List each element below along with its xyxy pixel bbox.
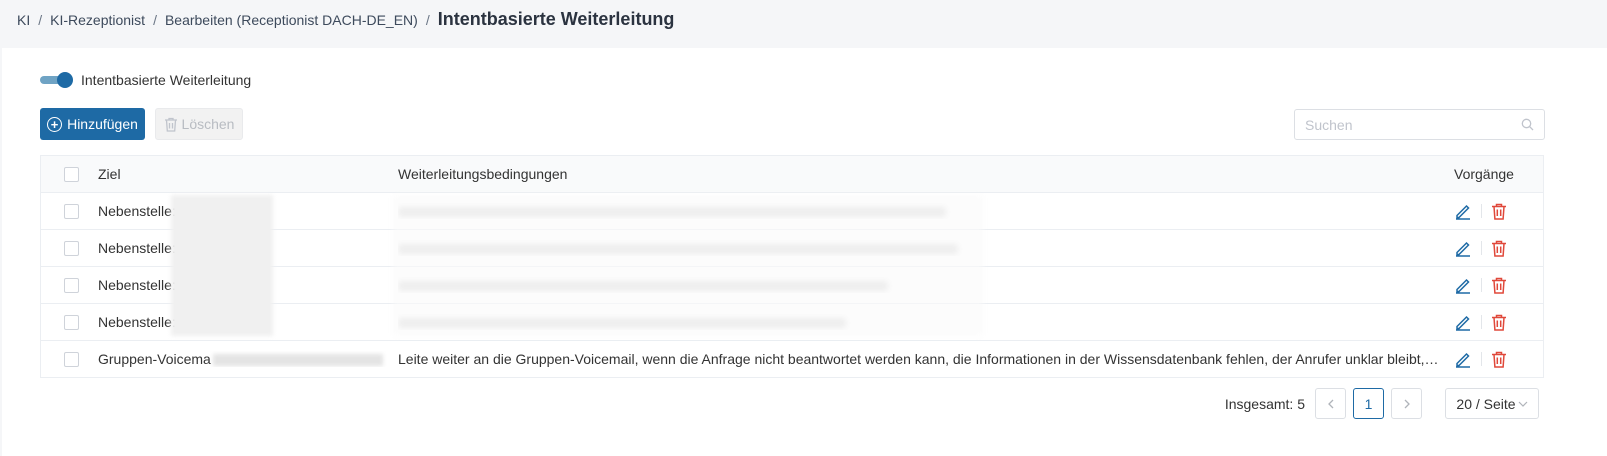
breadcrumb: KI / KI-Rezeptionist / Bearbeiten (Recep… bbox=[17, 9, 674, 31]
breadcrumb-separator: / bbox=[153, 12, 157, 28]
trash-icon bbox=[1492, 203, 1506, 220]
trash-icon bbox=[1492, 351, 1506, 368]
target-text: Nebenstelle: bbox=[98, 277, 176, 293]
actions-divider bbox=[1481, 278, 1482, 292]
actions-divider bbox=[1481, 315, 1482, 329]
switch-knob bbox=[57, 72, 73, 88]
table-row: Gruppen-Voicema Leite weiter an die Grup… bbox=[41, 341, 1543, 378]
intent-routing-switch[interactable] bbox=[40, 72, 73, 88]
row-actions bbox=[1450, 276, 1543, 294]
row-checkbox[interactable] bbox=[64, 314, 79, 330]
pencil-icon bbox=[1456, 352, 1470, 368]
plus-circle-icon: + bbox=[47, 116, 63, 132]
row-actions bbox=[1450, 313, 1543, 331]
add-button-label: Hinzufügen bbox=[67, 116, 138, 132]
row-checkbox[interactable] bbox=[64, 203, 79, 219]
redaction-overlay bbox=[171, 195, 273, 336]
column-header-conditions: Weiterleitungsbedingungen bbox=[398, 166, 568, 182]
row-checkbox[interactable] bbox=[64, 351, 79, 367]
delete-button-label: Löschen bbox=[181, 116, 235, 132]
delete-row-button[interactable] bbox=[1491, 351, 1507, 368]
next-page-button[interactable] bbox=[1391, 388, 1422, 419]
edit-button[interactable] bbox=[1454, 313, 1472, 331]
chevron-left-icon bbox=[1327, 399, 1333, 408]
row-checkbox[interactable] bbox=[64, 240, 79, 256]
chevron-right-icon bbox=[1404, 399, 1410, 408]
target-text: Gruppen-Voicema bbox=[98, 351, 211, 367]
delete-row-button[interactable] bbox=[1491, 277, 1507, 294]
pagination: Insgesamt: 5 1 20 / Seite bbox=[1225, 388, 1539, 419]
edit-button[interactable] bbox=[1454, 202, 1472, 220]
search-box bbox=[1294, 109, 1545, 140]
pencil-icon bbox=[1456, 204, 1470, 220]
breadcrumb-separator: / bbox=[425, 12, 430, 28]
select-all-checkbox[interactable] bbox=[64, 166, 79, 182]
target-text: Nebenstelle: bbox=[98, 314, 176, 330]
breadcrumb-bearbeiten[interactable]: Bearbeiten (Receptionist DACH-DE_EN) bbox=[165, 12, 418, 28]
redacted-text bbox=[212, 354, 383, 367]
actions-divider bbox=[1481, 352, 1482, 366]
redaction-overlay bbox=[393, 195, 983, 336]
row-target: Gruppen-Voicema bbox=[98, 351, 398, 367]
pencil-icon bbox=[1456, 241, 1470, 257]
pencil-icon bbox=[1456, 315, 1470, 331]
trash-icon bbox=[1492, 314, 1506, 331]
chevron-down-icon bbox=[1518, 401, 1528, 407]
delete-row-button[interactable] bbox=[1491, 314, 1507, 331]
search-input[interactable] bbox=[1305, 116, 1521, 133]
actions-divider bbox=[1481, 204, 1482, 218]
search-icon[interactable] bbox=[1521, 118, 1534, 131]
breadcrumb-ki-rezeptionist[interactable]: KI-Rezeptionist bbox=[50, 12, 145, 28]
prev-page-button[interactable] bbox=[1315, 388, 1346, 419]
edit-button[interactable] bbox=[1454, 276, 1472, 294]
row-actions bbox=[1450, 239, 1543, 257]
trash-icon bbox=[1492, 240, 1506, 257]
page-number-button[interactable]: 1 bbox=[1353, 388, 1384, 419]
breadcrumb-ki[interactable]: KI bbox=[17, 12, 30, 28]
target-text: Nebenstelle: bbox=[98, 240, 176, 256]
row-actions bbox=[1450, 202, 1543, 220]
delete-button[interactable]: Löschen bbox=[155, 108, 243, 140]
trash-icon bbox=[164, 117, 177, 132]
row-condition: Leite weiter an die Gruppen-Voicemail, w… bbox=[398, 351, 1450, 367]
page-title: Intentbasierte Weiterleitung bbox=[437, 9, 675, 29]
toggle-label: Intentbasierte Weiterleitung bbox=[81, 72, 252, 88]
row-checkbox[interactable] bbox=[64, 277, 79, 293]
delete-row-button[interactable] bbox=[1491, 240, 1507, 257]
intent-routing-toggle-row: Intentbasierte Weiterleitung bbox=[40, 72, 251, 88]
table-header: Ziel Weiterleitungsbedingungen Vorgänge bbox=[41, 156, 1543, 193]
page-size-value: 20 / Seite bbox=[1456, 395, 1516, 412]
edit-button[interactable] bbox=[1454, 350, 1472, 368]
page-size-select[interactable]: 20 / Seite bbox=[1445, 388, 1539, 419]
delete-row-button[interactable] bbox=[1491, 203, 1507, 220]
row-actions bbox=[1450, 350, 1543, 368]
column-header-target: Ziel bbox=[98, 166, 121, 182]
target-text: Nebenstelle: bbox=[98, 203, 176, 219]
column-header-actions: Vorgänge bbox=[1454, 166, 1514, 182]
actions-divider bbox=[1481, 241, 1482, 255]
breadcrumb-separator: / bbox=[38, 12, 43, 28]
trash-icon bbox=[1492, 277, 1506, 294]
pencil-icon bbox=[1456, 278, 1470, 294]
total-count: Insgesamt: 5 bbox=[1224, 395, 1305, 412]
add-button[interactable]: + Hinzufügen bbox=[40, 108, 145, 140]
edit-button[interactable] bbox=[1454, 239, 1472, 257]
